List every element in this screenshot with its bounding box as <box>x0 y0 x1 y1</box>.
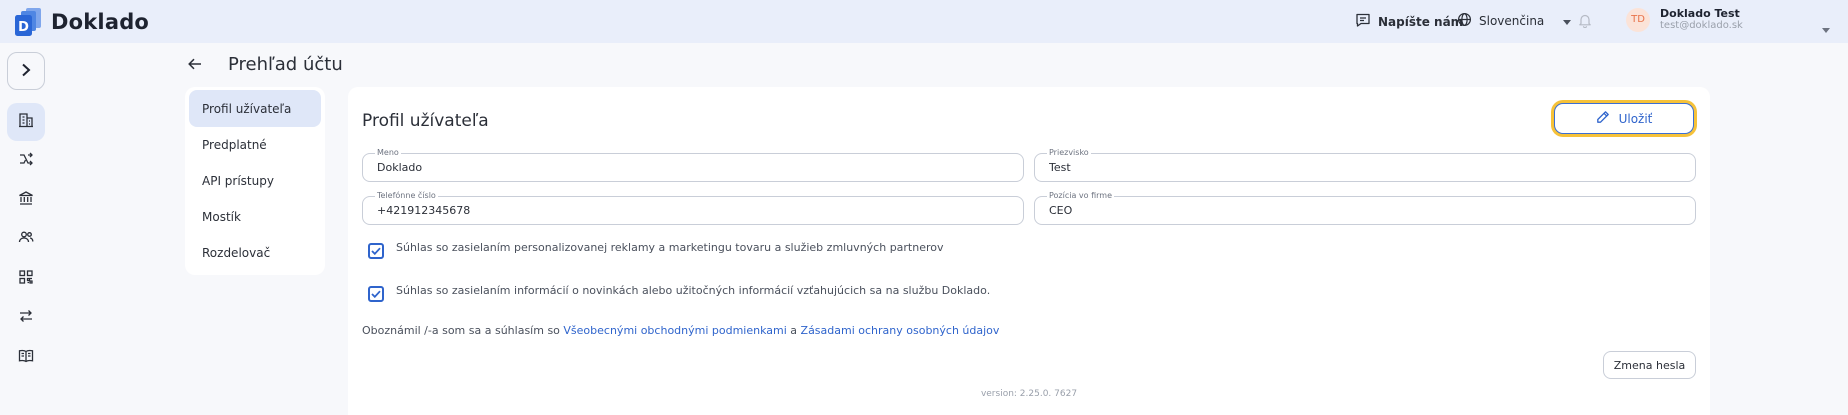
sidebar-item-bank[interactable] <box>7 181 45 219</box>
sidebar-item-qr[interactable] <box>7 260 45 298</box>
phone-field[interactable]: Telefónne číslo <box>362 191 1024 225</box>
consent-newsletter-text: Súhlas so zasielaním informácií o novink… <box>396 284 991 297</box>
expand-sidebar-button[interactable] <box>7 52 45 90</box>
first-name-input[interactable] <box>377 161 971 174</box>
app-name: Doklado <box>51 10 150 34</box>
transfer-icon <box>18 308 34 328</box>
notifications-button[interactable] <box>1578 13 1592 31</box>
phone-label: Telefónne číslo <box>375 191 438 201</box>
consent-newsletter: Súhlas so zasielaním informácií o novink… <box>368 284 990 302</box>
change-password-button[interactable]: Zmena hesla <box>1603 351 1696 379</box>
position-field[interactable]: Pozícia vo firme <box>1034 191 1696 225</box>
top-header: D Doklado Napíšte nám Slovenčina TD Dokl… <box>0 0 1848 43</box>
chevron-right-icon <box>21 62 31 81</box>
menu-item-api-access[interactable]: API prístupy <box>189 163 321 199</box>
last-name-input[interactable] <box>1049 161 1643 174</box>
account-settings-menu: Profil užívateľa Predplatné API prístupy… <box>185 87 325 275</box>
contact-us-button[interactable]: Napíšte nám <box>1355 12 1463 31</box>
menu-item-profile[interactable]: Profil užívateľa <box>189 90 321 127</box>
share-icon <box>18 151 34 171</box>
profile-card: Profil užívateľa Uložiť Meno Priezvisko … <box>348 87 1710 415</box>
sidebar-item-transfers[interactable] <box>7 299 45 337</box>
user-email: test@doklado.sk <box>1660 20 1743 31</box>
phone-input[interactable] <box>377 204 971 217</box>
first-name-label: Meno <box>375 148 401 158</box>
arrow-left-icon <box>188 55 202 74</box>
check-icon <box>371 245 381 258</box>
bank-icon <box>18 190 34 210</box>
pencil-icon <box>1596 110 1610 127</box>
last-name-label: Priezvisko <box>1047 148 1091 158</box>
last-name-field[interactable]: Priezvisko <box>1034 148 1696 182</box>
consent-marketing: Súhlas so zasielaním personalizovanej re… <box>368 241 944 259</box>
privacy-policy-link[interactable]: Zásadami ochrany osobných údajov <box>801 324 1000 337</box>
save-button[interactable]: Uložiť <box>1554 103 1694 134</box>
bell-icon <box>1578 13 1592 31</box>
check-icon <box>371 288 381 301</box>
app-version: version: 2.25.0. 7627 <box>980 389 1078 399</box>
doklado-logo-icon: D <box>14 7 44 37</box>
users-icon <box>18 229 34 249</box>
sidebar-item-documentation[interactable] <box>7 339 45 377</box>
user-menu[interactable]: TD Doklado Test test@doklado.sk <box>1626 7 1743 32</box>
position-label: Pozícia vo firme <box>1047 191 1114 201</box>
terms-prefix: Oboznámil /-a som sa a súhlasím so <box>362 324 564 337</box>
qr-code-icon <box>18 269 34 289</box>
page-title: Prehľad účtu <box>228 54 343 75</box>
save-label: Uložiť <box>1618 111 1653 126</box>
language-select[interactable]: Slovenčina <box>1457 12 1572 30</box>
terms-notice: Oboznámil /-a som sa a súhlasím so Všeob… <box>362 324 999 337</box>
language-label: Slovenčina <box>1479 14 1545 28</box>
caret-down-icon <box>1563 14 1572 28</box>
sidebar-item-users[interactable] <box>7 220 45 258</box>
terms-middle: a <box>786 324 801 337</box>
menu-item-bridge[interactable]: Mostík <box>189 199 321 235</box>
consent-marketing-checkbox[interactable] <box>368 243 384 259</box>
globe-icon <box>1457 12 1472 30</box>
app-logo[interactable]: D Doklado <box>14 7 149 37</box>
menu-item-splitter[interactable]: Rozdelovač <box>189 235 321 271</box>
profile-title: Profil užívateľa <box>362 111 489 131</box>
position-input[interactable] <box>1049 204 1643 217</box>
sidebar-item-companies[interactable] <box>7 103 45 141</box>
user-name: Doklado Test <box>1660 7 1740 20</box>
terms-conditions-link[interactable]: Všeobecnými obchodnými podmienkami <box>563 324 786 337</box>
book-icon <box>18 348 34 368</box>
chat-icon <box>1355 12 1371 31</box>
user-menu-caret-icon[interactable] <box>1822 18 1830 37</box>
menu-item-subscription[interactable]: Predplatné <box>189 127 321 163</box>
svg-text:D: D <box>18 20 29 35</box>
consent-newsletter-checkbox[interactable] <box>368 286 384 302</box>
sidebar-item-bridge[interactable] <box>7 142 45 180</box>
consent-marketing-text: Súhlas so zasielaním personalizovanej re… <box>396 241 944 254</box>
avatar: TD <box>1626 7 1650 32</box>
building-icon <box>18 112 34 132</box>
first-name-field[interactable]: Meno <box>362 148 1024 182</box>
contact-us-label: Napíšte nám <box>1378 14 1464 29</box>
back-button[interactable] <box>188 55 202 74</box>
